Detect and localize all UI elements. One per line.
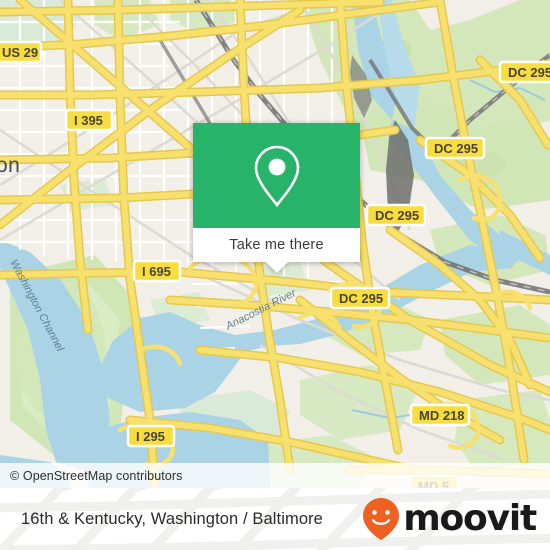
shield-dc-295-2: DC 295 [424, 136, 486, 160]
take-me-there-label: Take me there [229, 237, 324, 253]
city-label: on [0, 154, 20, 177]
moovit-logo: moovit [361, 496, 537, 542]
shield-us-29: US 29 [0, 40, 43, 64]
svg-text:DC 295: DC 295 [508, 65, 550, 80]
shield-md-218: MD 218 [409, 403, 471, 427]
take-me-there-popup[interactable]: Take me there [193, 123, 360, 273]
shield-i-395: I 395 [64, 108, 114, 132]
map-pin-icon [254, 145, 299, 207]
osm-attribution-text: © OpenStreetMap contributors [10, 468, 183, 483]
location-title: 16th & Kentucky, Washington / Baltimore [21, 509, 323, 528]
shield-dc-295-4: DC 295 [329, 286, 391, 310]
popup-header [193, 123, 360, 228]
svg-text:I 295: I 295 [136, 429, 165, 444]
svg-text:DC 295: DC 295 [339, 291, 383, 306]
svg-text:I 395: I 395 [74, 113, 103, 128]
svg-text:US 29: US 29 [2, 45, 38, 60]
shield-i-295: I 295 [126, 424, 176, 448]
moovit-wordmark: moovit [403, 498, 537, 539]
shield-dc-295-3: DC 295 [365, 203, 427, 227]
shield-dc-295-1: DC 295 [498, 60, 550, 84]
svg-text:MD 218: MD 218 [419, 408, 465, 423]
svg-text:DC 295: DC 295 [434, 141, 478, 156]
moovit-map-screen: Washington Channel Anacostia River on US… [0, 0, 550, 550]
popup-tail [265, 262, 288, 273]
svg-text:DC 295: DC 295 [375, 208, 419, 223]
popup-action-row[interactable]: Take me there [193, 228, 360, 262]
shield-i-695: I 695 [132, 259, 182, 283]
svg-text:I 695: I 695 [142, 264, 171, 279]
moovit-pin-icon [363, 498, 400, 540]
footer-bar: 16th & Kentucky, Washington / Baltimore … [0, 488, 550, 550]
osm-attribution[interactable]: © OpenStreetMap contributors [0, 463, 550, 488]
